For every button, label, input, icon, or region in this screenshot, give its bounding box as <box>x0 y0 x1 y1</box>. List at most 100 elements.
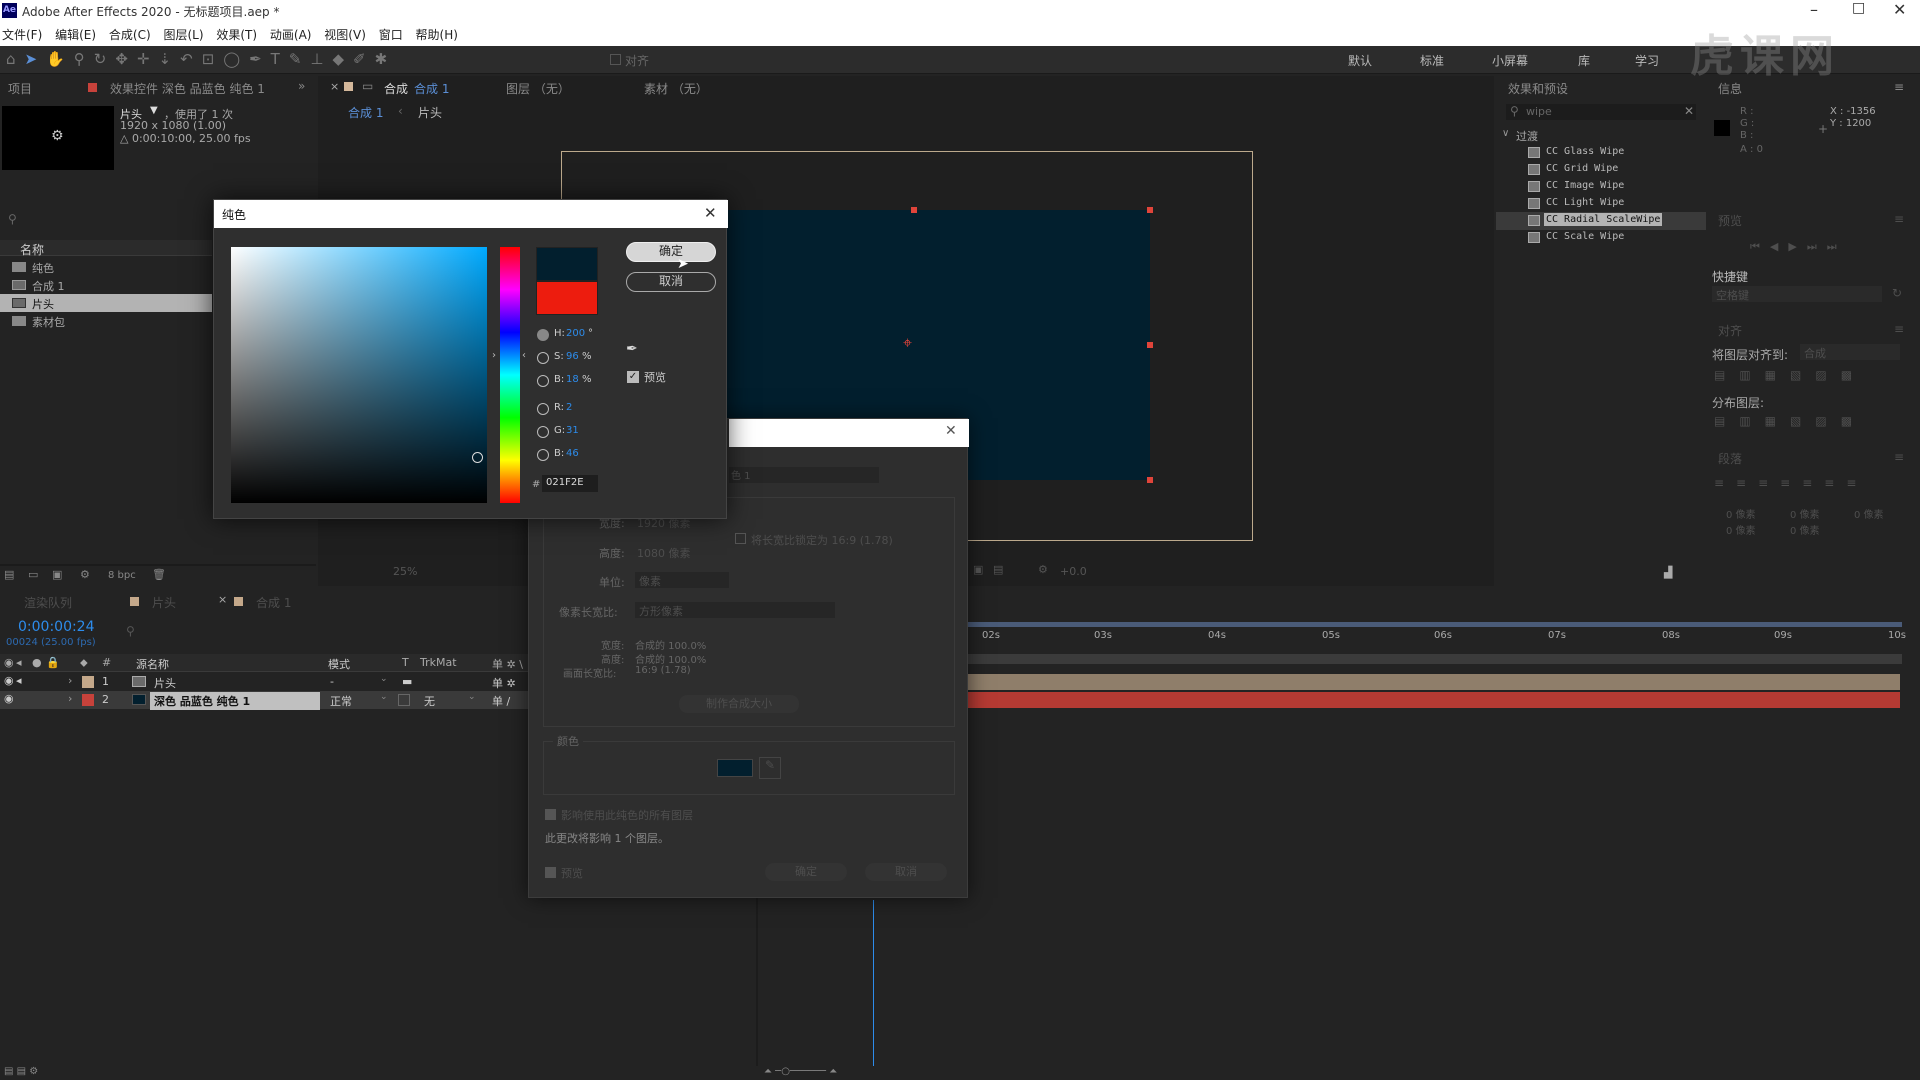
menu-animation[interactable]: 动画(A) <box>270 26 312 43</box>
region-of-interest-icon[interactable]: ▣ <box>973 563 983 576</box>
workspace-default[interactable]: 默认 <box>1348 52 1372 69</box>
effect-item[interactable]: CC Light Wipe <box>1496 195 1706 213</box>
layer-name[interactable]: 深色 品蓝色 纯色 1 <box>150 692 320 710</box>
menu-layer[interactable]: 图层(L) <box>163 26 203 43</box>
space-before[interactable]: 0 像素 <box>1726 522 1756 537</box>
lock-ratio-checkbox[interactable] <box>735 533 746 544</box>
clone-tool-icon[interactable]: ⊥ <box>310 50 332 68</box>
hue-radio[interactable] <box>537 329 549 341</box>
original-color-swatch[interactable] <box>536 281 598 315</box>
align-to-dropdown[interactable]: 合成 <box>1800 344 1900 360</box>
project-list-item[interactable]: 纯色 <box>0 258 212 276</box>
solid-preview-checkbox[interactable] <box>545 867 556 878</box>
brush-tool-icon[interactable]: ✎ <box>289 50 311 68</box>
loop-icon[interactable]: ↻ <box>1892 286 1902 300</box>
hex-input[interactable]: 021F2E <box>542 475 598 492</box>
breadcrumb-intro[interactable]: 片头 <box>418 104 442 121</box>
layer-handle[interactable] <box>911 207 917 213</box>
color-picker-cursor[interactable] <box>472 452 483 463</box>
workspace-small[interactable]: 小屏幕 <box>1492 52 1528 69</box>
layer-mode[interactable]: - <box>330 675 334 688</box>
info-tab[interactable]: 信息 <box>1718 80 1742 97</box>
time-ruler[interactable]: 02s 03s 04s 05s 06s 07s 08s 09s 10s <box>968 622 1912 652</box>
hand-tool-icon[interactable]: ✋ <box>46 50 74 68</box>
blue-value[interactable]: 46 <box>566 448 579 459</box>
pan-tool-icon[interactable]: ✛ <box>137 50 159 68</box>
hue-arrow-left-icon[interactable]: › <box>492 350 496 361</box>
new-folder-icon[interactable]: ▭ <box>28 568 38 581</box>
expand-layer-icon[interactable]: › <box>68 692 72 705</box>
audio-toggle-icon[interactable]: ◂ <box>16 674 22 687</box>
anchor-tool-icon[interactable]: ⊡ <box>202 50 224 68</box>
saturation-radio[interactable] <box>537 352 549 364</box>
panel-menu-icon[interactable]: ≡ <box>1894 450 1904 464</box>
ellipse-tool-icon[interactable]: ◯ <box>223 50 249 68</box>
workspace-standard[interactable]: 标准 <box>1420 52 1444 69</box>
green-value[interactable]: 31 <box>566 425 579 436</box>
affect-all-checkbox[interactable] <box>545 809 556 820</box>
close-window-icon[interactable]: ✕ <box>1893 0 1906 19</box>
interpret-footage-icon[interactable]: ▤ <box>4 568 14 581</box>
red-value[interactable]: 2 <box>566 402 572 413</box>
intro-tab[interactable]: 片头 <box>152 594 176 611</box>
expand-layer-icon[interactable]: › <box>68 674 72 687</box>
distribute-buttons[interactable]: ▤▥▦▧▨▩ <box>1714 414 1866 428</box>
roto-tool-icon[interactable]: ✐ <box>353 50 375 68</box>
mode-column-header[interactable]: 模式 <box>328 656 350 672</box>
project-list-item-selected[interactable]: 片头 <box>0 294 212 312</box>
status-icons[interactable]: ▤ ▤ ⚙ <box>4 1066 38 1077</box>
footage-tab[interactable]: 素材 （无） <box>644 80 708 97</box>
color-ok-button[interactable]: 确定 <box>626 242 716 262</box>
layer-row-selected[interactable]: ◉ › 2 深色 品蓝色 纯色 1 正常 ⌄ 无 ⌄ 单 / <box>0 691 530 710</box>
comp1-tab[interactable]: 合成 1 <box>256 594 291 611</box>
timeline-search-icon[interactable]: ⚲ <box>126 624 135 638</box>
effect-item[interactable]: CC Grid Wipe <box>1496 161 1706 179</box>
selection-tool-icon[interactable]: ➤ <box>25 50 47 68</box>
hue-value[interactable]: 200 <box>566 328 585 339</box>
project-item-dropdown-icon[interactable]: ▼ <box>150 105 158 116</box>
paragraph-align-buttons[interactable]: ≡≡≡≡≡≡≡ <box>1714 476 1868 490</box>
effects-presets-tab[interactable]: 效果和预设 <box>1508 80 1568 97</box>
space-after[interactable]: 0 像素 <box>1790 522 1820 537</box>
effects-group-label[interactable]: 过渡 <box>1516 128 1538 144</box>
preview-checkbox[interactable]: ✓ <box>627 371 639 383</box>
align-buttons[interactable]: ▤▥▦▧▨▩ <box>1714 368 1866 382</box>
color-swatch[interactable] <box>717 759 753 777</box>
pixel-aspect-dropdown[interactable]: 方形像素 <box>635 602 835 618</box>
comp-tab-label[interactable]: 合成 <box>384 80 408 97</box>
project-list-item[interactable]: 素材包 <box>0 312 212 330</box>
home-icon[interactable]: ⌂ <box>6 50 25 68</box>
group-chevron-icon[interactable]: ∨ <box>1502 128 1509 139</box>
menu-view[interactable]: 视图(V) <box>324 26 366 43</box>
red-radio[interactable] <box>537 403 549 415</box>
project-tab[interactable]: 项目 <box>8 80 32 97</box>
source-name-column-header[interactable]: 源名称 <box>136 656 169 672</box>
layer-switches[interactable]: 单 / <box>492 693 510 709</box>
menu-edit[interactable]: 编辑(E) <box>55 26 96 43</box>
color-cancel-button[interactable]: 取消 <box>626 272 716 292</box>
layer-tab[interactable]: 图层 （无） <box>506 80 570 97</box>
undo-rotate-icon[interactable]: ↶ <box>180 50 202 68</box>
menu-composition[interactable]: 合成(C) <box>109 26 151 43</box>
pen-tool-icon[interactable]: ✒ <box>249 50 271 68</box>
eyedropper-icon[interactable]: ✒ <box>626 341 638 357</box>
mode-dropdown-icon[interactable]: ⌄ <box>380 674 388 684</box>
unit-dropdown[interactable]: 像素 <box>635 572 729 588</box>
current-time[interactable]: 0:00:00:24 <box>18 619 95 635</box>
layer-handle[interactable] <box>1147 477 1153 483</box>
anchor-point-icon[interactable]: ⌖ <box>903 333 912 353</box>
color-eyedropper-icon[interactable]: ✎ <box>759 757 781 779</box>
breadcrumb-comp1[interactable]: 合成 1 <box>348 104 383 121</box>
bpc-button[interactable]: 8 bpc <box>108 570 136 581</box>
menu-help[interactable]: 帮助(H) <box>416 26 458 43</box>
layer-name[interactable]: 片头 <box>154 675 176 691</box>
blue-radio[interactable] <box>537 449 549 461</box>
layer-switches[interactable]: 单 ✲ <box>492 675 516 691</box>
zoom-slider-icon[interactable]: ⏶ ─○────── ⏶ <box>764 1066 837 1077</box>
panel-menu-icon[interactable]: ≡ <box>1894 80 1904 94</box>
solid-name-input[interactable]: 色 1 <box>729 467 879 483</box>
shortcut-dropdown[interactable]: 空格键 <box>1712 286 1882 302</box>
paragraph-tab[interactable]: 段落 <box>1718 450 1742 467</box>
puppet-tool-icon[interactable]: ✱ <box>375 50 397 68</box>
layer-handle[interactable] <box>1147 207 1153 213</box>
